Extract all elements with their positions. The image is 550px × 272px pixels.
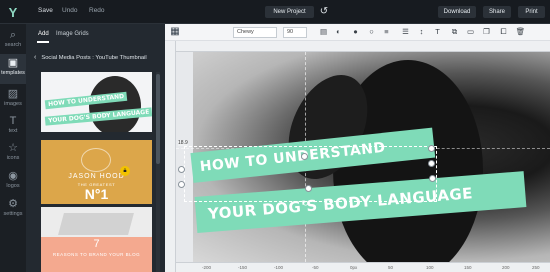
- rail-item-search[interactable]: ⌕ search: [0, 26, 26, 56]
- contrast-icon[interactable]: ◐: [333, 26, 344, 38]
- resize-handle-bottom[interactable]: [305, 185, 312, 192]
- breadcrumb[interactable]: ‹ Social Media Posts : YouTube Thumbnail: [34, 54, 147, 61]
- layer-order-icon[interactable]: ⧉: [449, 26, 460, 38]
- tab-underline: [37, 41, 49, 43]
- template-thumbnail-blog[interactable]: 7 REASONS TO BRAND YOUR BLOG: [41, 207, 152, 272]
- layers-icon[interactable]: ▦: [167, 24, 183, 40]
- ruler-tick: 100: [426, 265, 434, 270]
- copy-icon[interactable]: ❐: [481, 26, 492, 38]
- panel-tabs: Add Image Grids: [26, 24, 165, 44]
- search-icon: ⌕: [9, 29, 17, 41]
- ruler-tick: -200: [202, 265, 212, 270]
- top-bar: Y Save Undo Redo New Project ↺ Download …: [0, 0, 550, 24]
- rail-item-settings[interactable]: ⚙ settings: [0, 195, 26, 225]
- tab-add[interactable]: Add: [38, 31, 49, 37]
- delete-icon[interactable]: 🗑︎: [515, 26, 526, 38]
- share-button[interactable]: Share: [483, 6, 511, 18]
- rail-label: text: [8, 128, 18, 134]
- rail-item-logos[interactable]: ◉ logos: [0, 167, 26, 197]
- settings-icon: ⚙: [8, 198, 18, 210]
- spacing-icon[interactable]: ↕: [416, 26, 427, 38]
- thumb-number: N°1: [84, 186, 109, 202]
- resize-handle-bottom-right[interactable]: [429, 175, 436, 182]
- selection-box[interactable]: [184, 146, 437, 202]
- text-size-icon[interactable]: T: [432, 26, 443, 38]
- redo-button[interactable]: Redo: [89, 7, 105, 14]
- rail-label: logos: [6, 183, 20, 189]
- template-thumbnail-jason-hood[interactable]: JASON HOOD THE GREATEST N°1: [41, 140, 152, 204]
- resize-handle-top-right[interactable]: [428, 145, 435, 152]
- thumb-portrait: [81, 148, 111, 172]
- images-icon: ▨: [7, 88, 19, 100]
- rail-item-text[interactable]: T text: [0, 112, 26, 142]
- rotate-icon[interactable]: ↻: [300, 198, 311, 209]
- new-project-button[interactable]: New Project: [265, 6, 314, 18]
- lock-icon: 🔒︎: [120, 166, 130, 176]
- icons-icon: ☆: [8, 142, 18, 154]
- ruler-bottom: -200 -150 -100 -50 0px 50 100 150 200 25…: [176, 262, 550, 272]
- resize-handle-left[interactable]: [178, 166, 185, 173]
- rail-label: settings: [3, 211, 23, 217]
- list-icon[interactable]: ☰: [400, 26, 411, 38]
- rail-item-icons[interactable]: ☆ icons: [0, 139, 26, 169]
- text-icon: T: [9, 115, 17, 127]
- font-select[interactable]: Chewy: [233, 27, 277, 38]
- ruler-tick: 50: [388, 265, 394, 270]
- app-logo[interactable]: Y: [0, 0, 26, 24]
- thumb-laptop: [58, 213, 134, 235]
- rail-label: images: [4, 101, 22, 107]
- logos-icon: ◉: [8, 170, 18, 182]
- left-rail: ⌕ search ▣ templates ▨ images T text ☆ i…: [0, 24, 26, 272]
- rail-label: search: [4, 42, 22, 48]
- resize-handle-top[interactable]: [301, 153, 308, 160]
- rail-item-images[interactable]: ▨ images: [0, 85, 26, 115]
- outline-icon[interactable]: ○: [366, 26, 377, 38]
- history-icon[interactable]: ↺: [318, 5, 330, 19]
- rail-label: icons: [6, 155, 20, 161]
- breadcrumb-label: Social Media Posts : YouTube Thumbnail: [41, 55, 147, 61]
- align-icon[interactable]: ≡: [381, 26, 392, 38]
- dog-silhouette: [89, 76, 141, 132]
- ruler-tick: 0px: [350, 265, 358, 270]
- back-arrow-icon[interactable]: ‹: [34, 54, 36, 61]
- fill-icon[interactable]: ●: [350, 26, 361, 38]
- tab-image-grids[interactable]: Image Grids: [56, 31, 89, 37]
- print-button[interactable]: Print: [518, 6, 545, 18]
- ruler-left: [165, 41, 176, 272]
- group-icon[interactable]: ▭: [465, 26, 476, 38]
- thumb-name: JASON HOOD: [68, 173, 125, 180]
- text-color-icon[interactable]: ▤: [318, 26, 329, 38]
- save-button[interactable]: Save: [38, 7, 53, 14]
- thumb-text: REASONS TO BRAND YOUR BLOG: [52, 252, 141, 257]
- ruler-tick: -50: [312, 265, 319, 270]
- template-thumbnail-dog[interactable]: HOW TO UNDERSTAND YOUR DOG'S BODY LANGUA…: [41, 72, 152, 132]
- undo-button[interactable]: Undo: [62, 7, 78, 14]
- duplicate-icon[interactable]: ⧠: [498, 26, 509, 38]
- ruler-tick: 250: [532, 265, 540, 270]
- rail-item-templates[interactable]: ▣ templates: [0, 54, 26, 84]
- ruler-tick: 200: [502, 265, 510, 270]
- templates-panel: Add Image Grids ‹ Social Media Posts : Yo…: [26, 24, 165, 272]
- font-size-select[interactable]: 90: [283, 27, 307, 38]
- resize-handle-bottom-left[interactable]: [178, 181, 185, 188]
- resize-handle-right[interactable]: [428, 160, 435, 167]
- panel-scrollbar-thumb[interactable]: [156, 74, 160, 164]
- ruler-top: [176, 41, 550, 52]
- download-button[interactable]: Download: [438, 6, 476, 18]
- ruler-tick: 150: [464, 265, 472, 270]
- ruler-tick: -150: [238, 265, 248, 270]
- rail-label: templates: [1, 70, 25, 76]
- height-readout: 18.9: [178, 140, 188, 146]
- templates-icon: ▣: [7, 57, 19, 69]
- ruler-tick: -100: [274, 265, 284, 270]
- thumb-number: 7: [93, 238, 100, 250]
